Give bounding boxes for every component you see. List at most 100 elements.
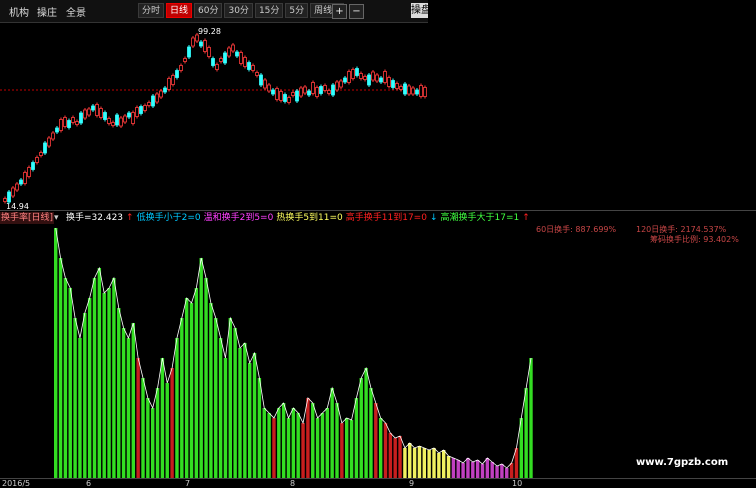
indicator-item: ↓ [429, 213, 438, 223]
indicator-name[interactable]: 换手率[日线] [0, 212, 55, 224]
candle-body [131, 112, 135, 124]
turnover-bar [218, 338, 223, 478]
candle-body [67, 120, 71, 128]
candle-body [251, 65, 255, 71]
turnover-bar [427, 450, 431, 478]
turnover-bar [73, 318, 77, 478]
turnover-bar [369, 388, 373, 478]
turnover-bar [509, 463, 514, 478]
candle-body [27, 167, 31, 177]
candle-body [107, 118, 111, 124]
candle-body [183, 58, 187, 62]
turnover-bar [248, 363, 252, 478]
turnover-bar [296, 413, 300, 478]
turnover-bar [223, 358, 228, 478]
candle-body [115, 114, 119, 126]
candle-body [307, 90, 311, 96]
turnover-bar [485, 458, 490, 478]
turnover-bar [315, 418, 320, 478]
turnover-bar [87, 298, 92, 478]
zoom-in-icon[interactable]: + [332, 4, 347, 19]
turnover-bar [335, 403, 339, 478]
turnover-bar [325, 408, 329, 478]
turnover-bar [374, 403, 378, 478]
period-15min[interactable]: 15分 [254, 3, 284, 18]
candle-body [95, 104, 99, 116]
candle-body [283, 94, 287, 102]
menu-jigou[interactable]: 机构 [9, 4, 29, 19]
indicator-dropdown-icon[interactable]: ▾ [54, 212, 59, 224]
turnover-bar [102, 293, 106, 478]
high-price-label: 99.28 [198, 27, 221, 36]
zoom-out-icon[interactable]: − [349, 4, 364, 19]
candle-body [167, 78, 171, 90]
turnover-bar [214, 318, 218, 478]
turnover-bar [199, 258, 203, 478]
candle-body [75, 121, 79, 125]
turnover-bar [306, 398, 310, 478]
candle-body [187, 46, 191, 58]
indicator-item: 换手=32.423 [66, 213, 124, 223]
candle-body [23, 172, 27, 184]
candle-body [135, 107, 139, 117]
turnover-bar [291, 408, 296, 478]
indicator-values: 换手=32.423 ↑ 低换手小于2=0 温和换手2到5=0 热换手5到11=0 高手换手… [66, 212, 533, 224]
turnover-bar [170, 368, 174, 478]
candle-body [15, 183, 19, 191]
candle-body [403, 83, 407, 95]
turnover-bar [233, 328, 237, 478]
candle-body [191, 37, 195, 47]
turnover-bar [155, 388, 160, 478]
candle-body [379, 77, 383, 83]
candle-body [223, 52, 227, 64]
turnover-bar [417, 446, 422, 478]
period-rixian[interactable]: 日线 [166, 3, 193, 18]
right-tab-caopan[interactable]: 操盘 [411, 3, 428, 18]
turnover-bar [432, 448, 436, 478]
candle-body [43, 142, 47, 154]
turnover-bar [151, 408, 155, 478]
candle-body [255, 72, 259, 76]
candle-body [39, 152, 43, 156]
candle-body [123, 115, 127, 123]
candle-body [47, 137, 51, 147]
turnover-bar [354, 398, 359, 478]
candle-body [59, 119, 63, 131]
turnover-bar [480, 464, 485, 478]
candle-body [179, 65, 183, 71]
candle-body [211, 58, 215, 66]
candle-body [407, 85, 411, 95]
candle-body [227, 47, 231, 57]
period-fenshi[interactable]: 分时 [138, 3, 165, 18]
period-60min[interactable]: 60分 [194, 3, 223, 18]
candle-body [303, 86, 307, 94]
candle-body [203, 40, 207, 52]
turnover-bar [446, 456, 451, 478]
menu-caozhuang[interactable]: 操庄 [37, 4, 57, 19]
price-chart-panel[interactable]: 99.28 14.94 [0, 22, 428, 211]
menu-quanjing[interactable]: 全景 [66, 4, 86, 19]
candle-body [175, 70, 179, 78]
indicator-item: ↑ [522, 213, 530, 223]
turnover-bar [165, 383, 169, 478]
turnover-bar [238, 348, 242, 478]
indicator-item: 高手换手11到17=0 [345, 213, 427, 223]
candle-body [299, 87, 303, 97]
candle-body [11, 187, 15, 197]
turnover-chart-panel[interactable] [0, 224, 756, 478]
period-30min[interactable]: 30分 [224, 3, 253, 18]
turnover-bar-chart[interactable] [0, 224, 756, 478]
turnover-bar [277, 408, 281, 478]
turnover-bar [126, 338, 131, 478]
candlestick-chart[interactable]: 99.28 14.94 [0, 22, 428, 211]
candle-body [383, 71, 387, 83]
watermark: www.7gpzb.com [636, 457, 729, 468]
turnover-bar [529, 358, 533, 478]
period-5min[interactable]: 5分 [285, 3, 309, 18]
candle-body [99, 108, 103, 118]
candle-body [51, 132, 55, 140]
turnover-bar [243, 343, 247, 478]
turnover-bar [495, 466, 499, 478]
turnover-bar [121, 328, 126, 478]
candle-body [287, 97, 291, 103]
